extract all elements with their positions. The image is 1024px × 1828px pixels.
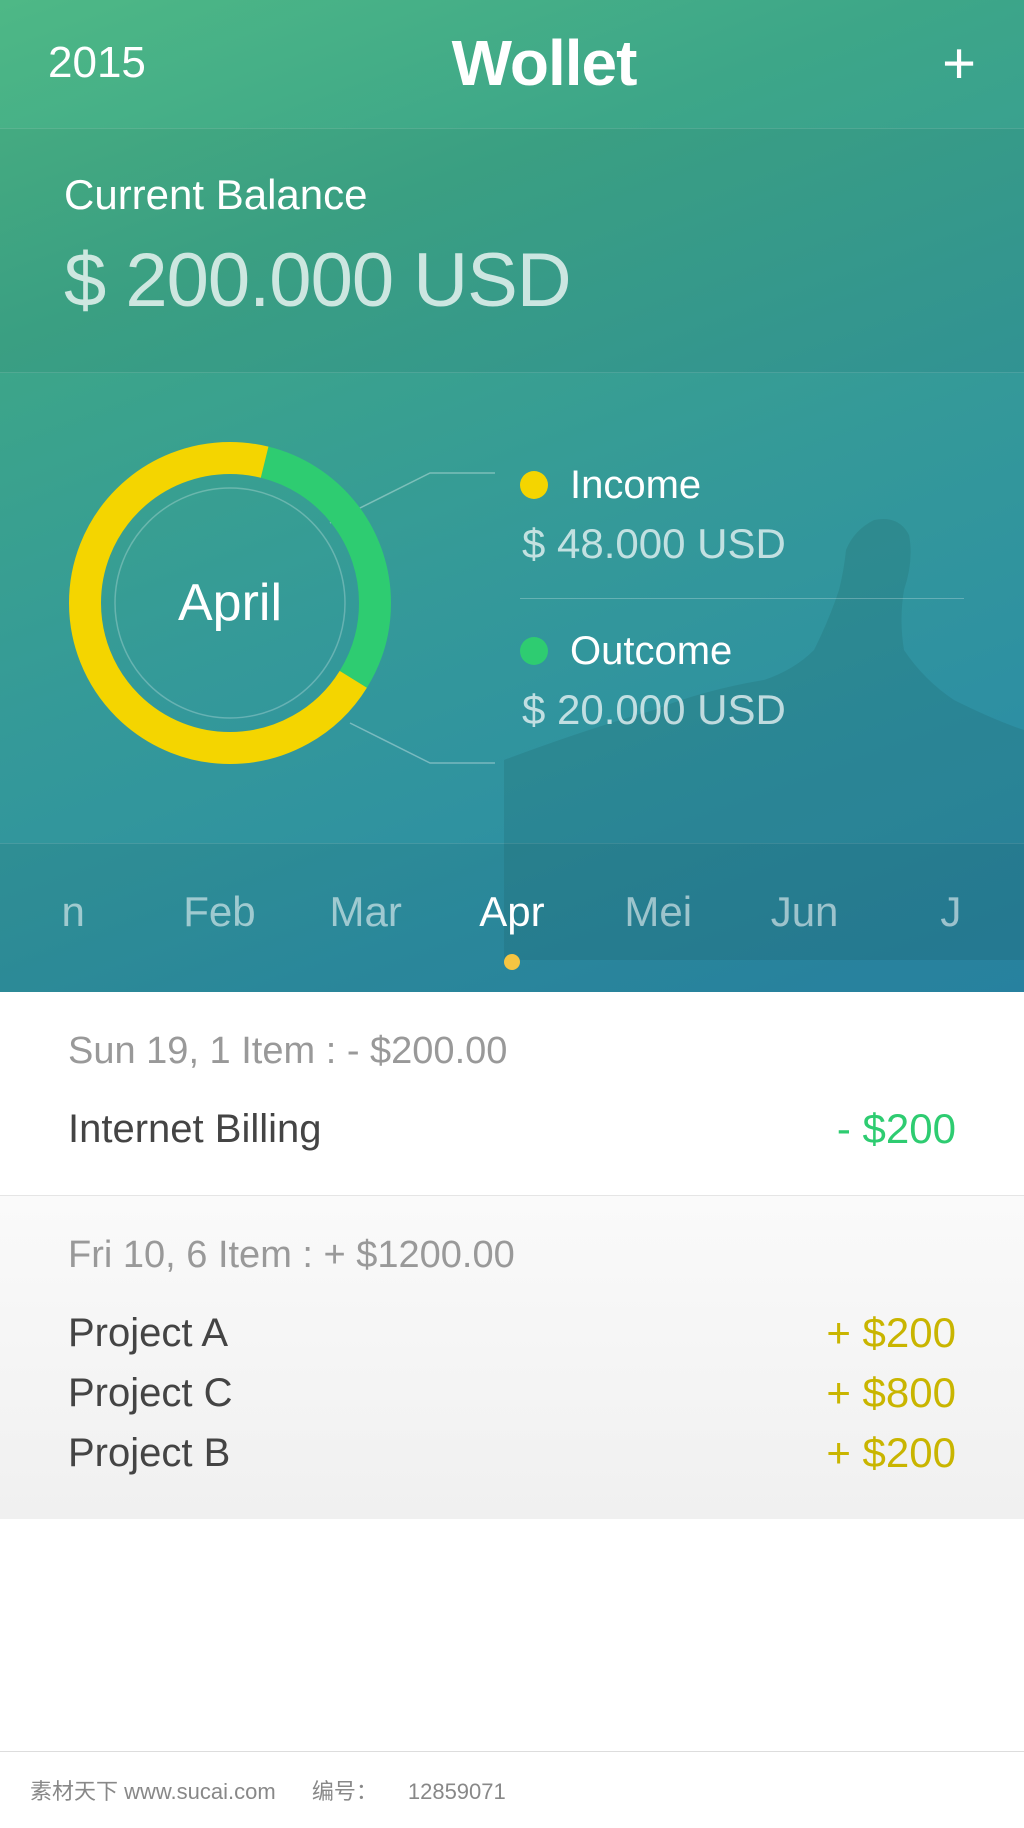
- transaction-row[interactable]: Internet Billing - $200: [68, 1099, 956, 1159]
- transaction-row[interactable]: Project A + $200: [68, 1303, 956, 1363]
- donut-month-label: April: [178, 573, 282, 633]
- transaction-amount: + $200: [826, 1309, 956, 1357]
- outcome-value: $ 20.000 USD: [520, 686, 964, 734]
- balance-card: Current Balance $ 200.000 USD: [0, 128, 1024, 373]
- footer-site: 素材天下 www.sucai.com: [30, 1779, 276, 1804]
- footer-meta: 素材天下 www.sucai.com 编号： 12859071: [0, 1751, 1024, 1828]
- month-tab-n[interactable]: n: [0, 888, 146, 936]
- transaction-name: Internet Billing: [68, 1107, 321, 1152]
- month-tab-apr[interactable]: Apr: [439, 888, 585, 936]
- transaction-list: Sun 19, 1 Item : - $200.00 Internet Billi…: [0, 992, 1024, 1751]
- app-title: Wollet: [452, 26, 637, 100]
- month-tab-jun[interactable]: Jun: [731, 888, 877, 936]
- transaction-name: Project B: [68, 1431, 230, 1476]
- transaction-name: Project A: [68, 1311, 228, 1356]
- donut-chart[interactable]: April: [60, 433, 400, 773]
- add-button[interactable]: +: [942, 30, 976, 97]
- balance-label: Current Balance: [64, 171, 960, 219]
- legend-income[interactable]: Income $ 48.000 USD: [520, 443, 964, 599]
- plus-icon: +: [942, 31, 976, 96]
- transaction-row[interactable]: Project C + $800: [68, 1363, 956, 1423]
- month-tab-mei[interactable]: Mei: [585, 888, 731, 936]
- transaction-group: Sun 19, 1 Item : - $200.00 Internet Billi…: [0, 992, 1024, 1196]
- outcome-label: Outcome: [570, 629, 732, 674]
- footer-id-label: 编号：: [312, 1779, 378, 1804]
- month-selector: nFebMarAprMeiJunJ: [0, 843, 1024, 992]
- year-selector[interactable]: 2015: [48, 38, 146, 88]
- month-tab-feb[interactable]: Feb: [146, 888, 292, 936]
- footer-id: 12859071: [408, 1779, 506, 1804]
- month-tab-j[interactable]: J: [878, 888, 1024, 936]
- income-label: Income: [570, 463, 701, 508]
- month-tab-mar[interactable]: Mar: [293, 888, 439, 936]
- transaction-row[interactable]: Project B + $200: [68, 1423, 956, 1483]
- legend-outcome[interactable]: Outcome $ 20.000 USD: [520, 609, 964, 764]
- transaction-amount: + $200: [826, 1429, 956, 1477]
- transaction-summary: Sun 19, 1 Item : - $200.00: [68, 1030, 956, 1073]
- transaction-amount: + $800: [826, 1369, 956, 1417]
- outcome-dot-icon: [520, 637, 548, 665]
- transaction-amount: - $200: [837, 1105, 956, 1153]
- income-dot-icon: [520, 471, 548, 499]
- transaction-group: Fri 10, 6 Item : + $1200.00 Project A + $2…: [0, 1196, 1024, 1519]
- balance-value: $ 200.000 USD: [64, 237, 960, 324]
- transaction-summary: Fri 10, 6 Item : + $1200.00: [68, 1234, 956, 1277]
- transaction-name: Project C: [68, 1371, 233, 1416]
- income-value: $ 48.000 USD: [520, 520, 964, 568]
